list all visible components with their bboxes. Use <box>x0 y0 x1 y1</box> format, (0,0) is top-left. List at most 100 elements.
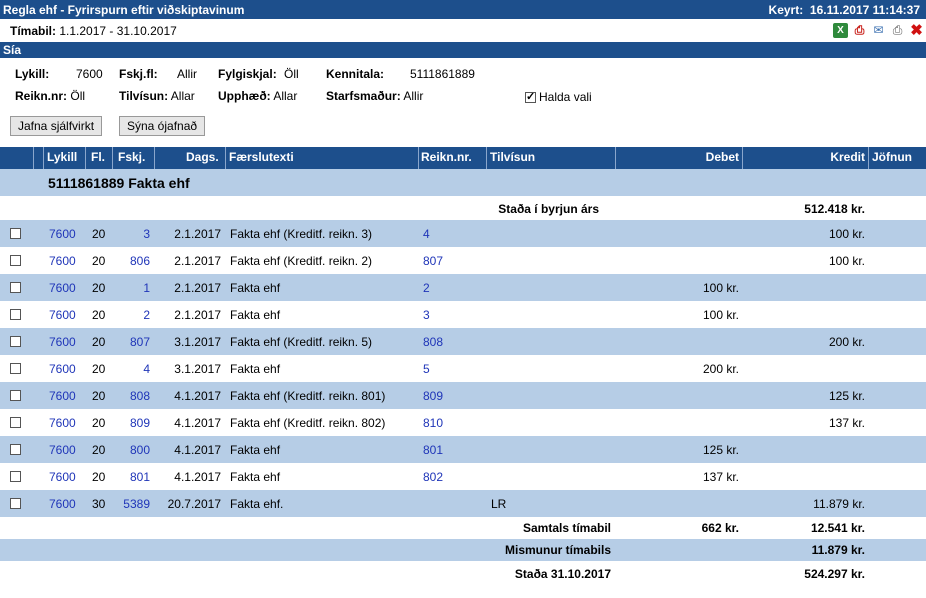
cell-lykill[interactable]: 7600 <box>49 362 76 376</box>
cell-fskj[interactable]: 806 <box>130 254 150 268</box>
cell-lykill[interactable]: 7600 <box>49 416 76 430</box>
cell-fskj[interactable]: 809 <box>130 416 150 430</box>
cell-dags: 2.1.2017 <box>174 281 221 295</box>
filter-tilvisun: Tilvísun: Allar <box>119 89 195 103</box>
row-checkbox[interactable] <box>10 255 21 266</box>
close-icon[interactable]: ✖ <box>909 23 924 38</box>
cell-kredit: 125 kr. <box>828 389 865 403</box>
table-row[interactable]: 7600 20 809 4.1.2017 Fakta ehf (Kreditf. rei… <box>0 409 926 436</box>
cell-fskj[interactable]: 4 <box>143 362 150 376</box>
cell-reiknnr[interactable]: 807 <box>423 254 443 268</box>
row-checkbox[interactable] <box>10 336 21 347</box>
cell-fskj[interactable]: 2 <box>143 308 150 322</box>
col-reiknnr[interactable]: Reikn.nr. <box>421 150 472 164</box>
row-checkbox[interactable] <box>10 390 21 401</box>
col-dags[interactable]: Dags. <box>186 150 219 164</box>
cell-lykill[interactable]: 7600 <box>49 227 76 241</box>
cell-dags: 4.1.2017 <box>174 443 221 457</box>
cell-fskj[interactable]: 3 <box>143 227 150 241</box>
cell-reiknnr[interactable]: 5 <box>423 362 430 376</box>
cell-lykill[interactable]: 7600 <box>49 443 76 457</box>
cell-reiknnr[interactable]: 802 <box>423 470 443 484</box>
cell-text: Fakta ehf (Kreditf. reikn. 802) <box>230 416 386 430</box>
cell-debet: 200 kr. <box>702 362 739 376</box>
cell-fskj[interactable]: 800 <box>130 443 150 457</box>
report-title: Regla ehf - Fyrirspurn eftir viðskiptavi… <box>3 3 245 17</box>
cell-lykill[interactable]: 7600 <box>49 308 76 322</box>
table-row[interactable]: 7600 20 807 3.1.2017 Fakta ehf (Kreditf. rei… <box>0 328 926 355</box>
cell-kredit: 137 kr. <box>828 416 865 430</box>
table-row[interactable]: 7600 20 4 3.1.2017 Fakta ehf 5 200 kr. <box>0 355 926 382</box>
table-row[interactable]: 7600 20 1 2.1.2017 Fakta ehf 2 100 kr. <box>0 274 926 301</box>
row-checkbox[interactable] <box>10 444 21 455</box>
table-row[interactable]: 7600 20 801 4.1.2017 Fakta ehf 802 137 kr. <box>0 463 926 490</box>
cell-lykill[interactable]: 7600 <box>49 497 76 511</box>
table-header: Lykill Fl. Fskj. Dags. Færslutexti Reikn… <box>0 147 926 169</box>
cell-fskj[interactable]: 1 <box>143 281 150 295</box>
table-row[interactable]: 7600 30 5389 20.7.2017 Fakta ehf. LR 11.879 kr… <box>0 490 926 517</box>
print-icon[interactable]: ⎙ <box>890 23 905 38</box>
cell-lykill[interactable]: 7600 <box>49 254 76 268</box>
col-fskj[interactable]: Fskj. <box>118 150 145 164</box>
col-faerslutexti[interactable]: Færslutexti <box>229 150 294 164</box>
cell-lykill[interactable]: 7600 <box>49 281 76 295</box>
table-row[interactable]: 7600 20 800 4.1.2017 Fakta ehf 801 125 kr. <box>0 436 926 463</box>
table-row[interactable]: 7600 20 2 2.1.2017 Fakta ehf 3 100 kr. <box>0 301 926 328</box>
run-time: 16.11.2017 11:14:37 <box>809 3 920 17</box>
col-jofnun[interactable]: Jöfnun <box>872 150 912 164</box>
col-tilvisun[interactable]: Tilvísun <box>490 150 535 164</box>
cell-lykill[interactable]: 7600 <box>49 335 76 349</box>
cell-fskj[interactable]: 5389 <box>123 497 150 511</box>
col-lykill[interactable]: Lykill <box>47 150 77 164</box>
filter-tilvisun-value: Allar <box>170 89 195 103</box>
cell-text: Fakta ehf (Kreditf. reikn. 801) <box>230 389 386 403</box>
cell-dags: 3.1.2017 <box>174 335 221 349</box>
cell-text: Fakta ehf (Kreditf. reikn. 3) <box>230 227 373 241</box>
opening-label: Staða í byrjun árs <box>498 202 599 216</box>
table-row[interactable]: 7600 20 3 2.1.2017 Fakta ehf (Kreditf. reikn… <box>0 220 926 247</box>
halda-vali-checkbox[interactable] <box>525 90 536 103</box>
row-checkbox[interactable] <box>10 417 21 428</box>
row-checkbox[interactable] <box>10 228 21 239</box>
cell-debet: 137 kr. <box>702 470 739 484</box>
table-row[interactable]: 7600 20 806 2.1.2017 Fakta ehf (Kreditf. rei… <box>0 247 926 274</box>
filter-kennitala-value: 5111861889 <box>410 67 475 81</box>
pdf-icon[interactable]: ⎙ <box>852 23 867 38</box>
auto-match-button[interactable]: Jafna sjálfvirkt <box>10 116 103 136</box>
cell-text: Fakta ehf <box>230 443 281 457</box>
cell-reiknnr[interactable]: 808 <box>423 335 443 349</box>
excel-icon[interactable]: X <box>833 23 848 38</box>
filter-kennitala-label: Kennitala: <box>326 67 385 81</box>
cell-reiknnr[interactable]: 801 <box>423 443 443 457</box>
cell-fskj[interactable]: 808 <box>130 389 150 403</box>
cell-fl: 20 <box>92 254 106 268</box>
filter-fylgiskjal: Fylgiskjal: <box>218 67 277 81</box>
col-debet[interactable]: Debet <box>706 150 739 164</box>
show-unmatched-button[interactable]: Sýna ójafnað <box>119 116 206 136</box>
cell-reiknnr[interactable]: 4 <box>423 227 430 241</box>
col-kredit[interactable]: Kredit <box>830 150 865 164</box>
halda-vali[interactable]: Halda vali <box>525 90 592 104</box>
cell-kredit: 11.879 kr. <box>813 497 865 511</box>
cell-lykill[interactable]: 7600 <box>49 470 76 484</box>
cell-reiknnr[interactable]: 2 <box>423 281 430 295</box>
cell-fskj[interactable]: 807 <box>130 335 150 349</box>
run-label: Keyrt: <box>768 3 804 17</box>
mail-icon[interactable]: ✉ <box>871 23 886 38</box>
cell-fskj[interactable]: 801 <box>130 470 150 484</box>
cell-lykill[interactable]: 7600 <box>49 389 76 403</box>
row-checkbox[interactable] <box>10 471 21 482</box>
row-checkbox[interactable] <box>10 363 21 374</box>
row-checkbox[interactable] <box>10 498 21 509</box>
cell-reiknnr[interactable]: 810 <box>423 416 443 430</box>
row-checkbox[interactable] <box>10 309 21 320</box>
filter-starfsmadur-label: Starfsmaður: <box>326 89 401 103</box>
halda-vali-label: Halda vali <box>539 90 592 104</box>
period-total-kredit: 12.541 kr. <box>810 521 865 535</box>
table-row[interactable]: 7600 20 808 4.1.2017 Fakta ehf (Kreditf. rei… <box>0 382 926 409</box>
col-fl[interactable]: Fl. <box>91 150 105 164</box>
cell-reiknnr[interactable]: 809 <box>423 389 443 403</box>
cell-fl: 20 <box>92 281 106 295</box>
row-checkbox[interactable] <box>10 282 21 293</box>
cell-reiknnr[interactable]: 3 <box>423 308 430 322</box>
